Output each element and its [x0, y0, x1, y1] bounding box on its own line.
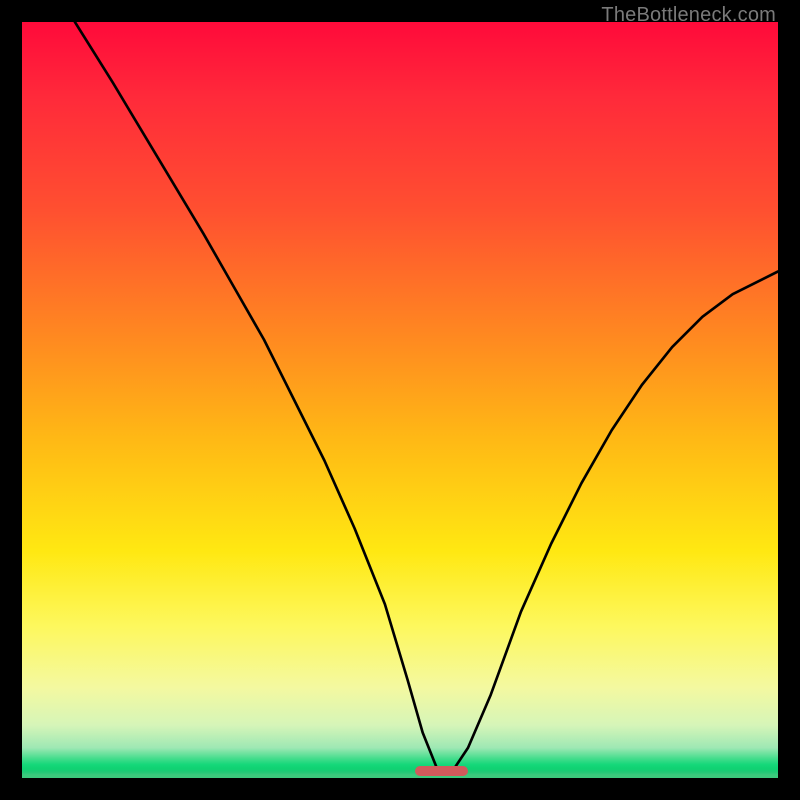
- minimum-marker: [415, 766, 468, 776]
- plot-area: [22, 22, 778, 778]
- bottleneck-curve: [22, 22, 778, 778]
- chart-frame: TheBottleneck.com: [0, 0, 800, 800]
